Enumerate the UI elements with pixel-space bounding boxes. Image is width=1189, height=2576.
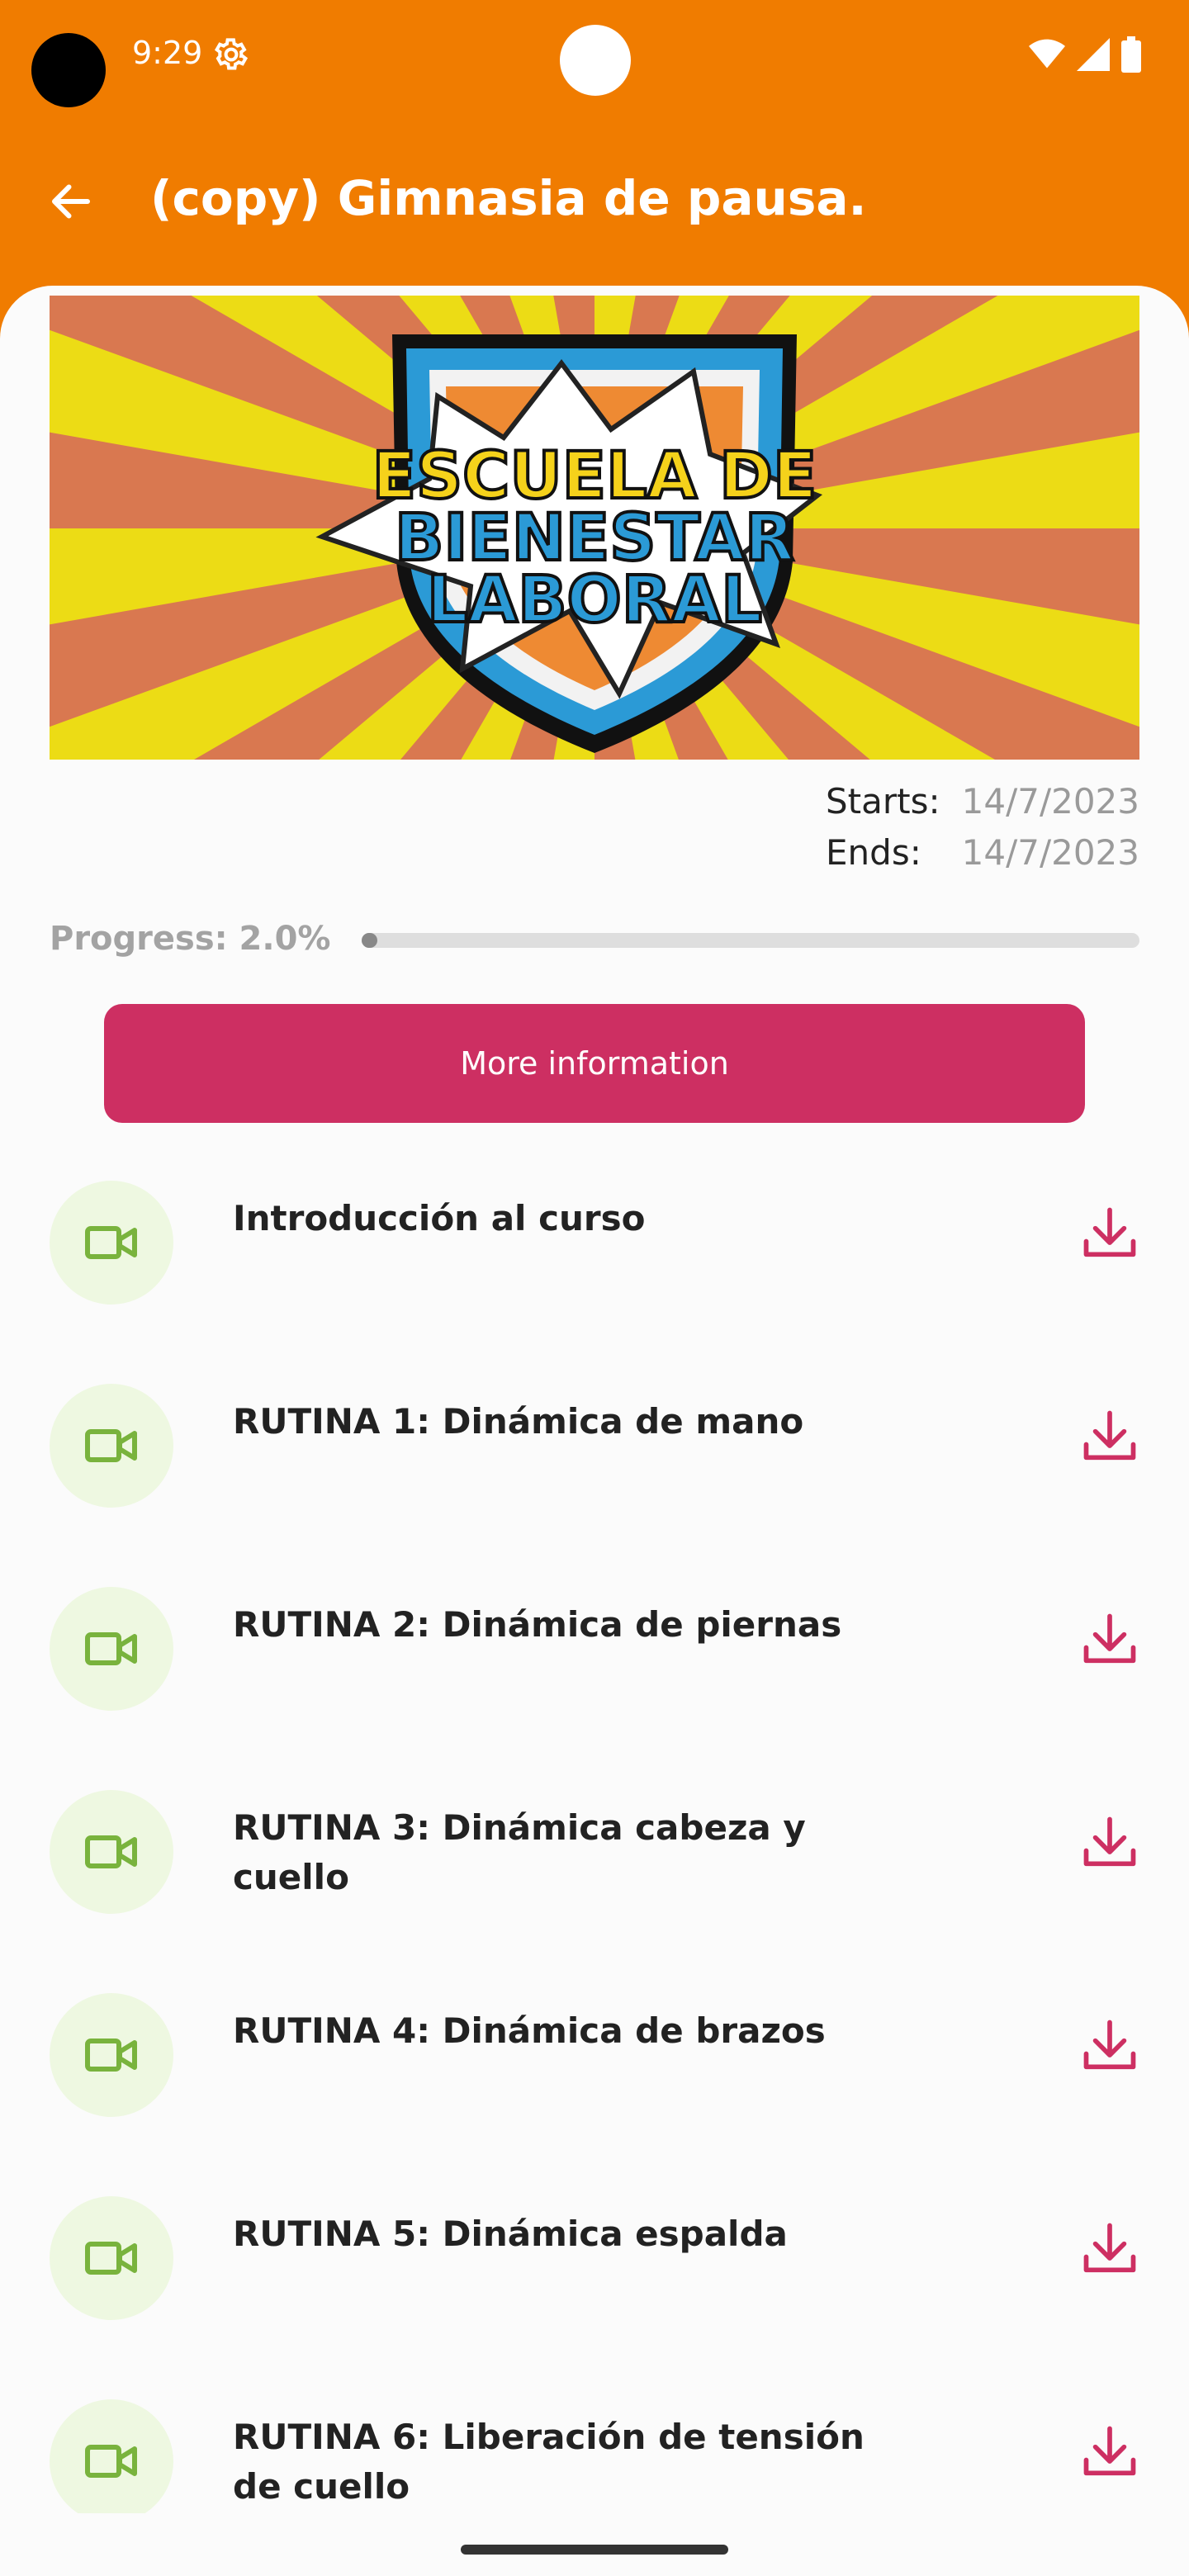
- video-camera-icon: [50, 1587, 173, 1711]
- wifi-icon: [1029, 39, 1065, 69]
- download-icon[interactable]: [1078, 1811, 1141, 1874]
- lesson-title: RUTINA 4: Dinámica de brazos: [233, 2010, 826, 2051]
- progress-bar: [362, 933, 1139, 948]
- download-icon[interactable]: [1078, 2421, 1141, 2484]
- signal-icon: [1077, 38, 1110, 71]
- home-handle[interactable]: [461, 2545, 728, 2555]
- video-camera-icon: [50, 1993, 173, 2117]
- video-camera-icon: [50, 2196, 173, 2320]
- lesson-item[interactable]: RUTINA 5: Dinámica espalda: [0, 2185, 1189, 2350]
- lesson-item[interactable]: Introducción al curso: [0, 1169, 1189, 1334]
- video-camera-icon: [50, 1384, 173, 1508]
- course-dates: Starts: 14/7/2023 Ends: 14/7/2023: [826, 776, 1139, 878]
- ends-value: 14/7/2023: [961, 832, 1139, 873]
- lesson-title: Introducción al curso: [233, 1198, 646, 1238]
- lesson-item[interactable]: RUTINA 4: Dinámica de brazos: [0, 1982, 1189, 2147]
- banner-text-line: LABORAL: [427, 563, 762, 637]
- gesture-nav-bar: [0, 2513, 1189, 2576]
- ends-label: Ends:: [826, 832, 921, 873]
- download-icon[interactable]: [1078, 1405, 1141, 1468]
- lesson-title: RUTINA 1: Dinámica de mano: [233, 1401, 804, 1442]
- lesson-title: RUTINA 2: Dinámica de piernas: [233, 1604, 842, 1645]
- start-date-row: Starts: 14/7/2023: [826, 776, 1139, 827]
- download-icon[interactable]: [1078, 2015, 1141, 2077]
- lesson-title: RUTINA 5: Dinámica espalda: [233, 2214, 788, 2254]
- battery-icon: [1121, 36, 1141, 73]
- arrow-left-icon[interactable]: [46, 177, 96, 226]
- page-title: (copy) Gimnasia de pausa.: [150, 170, 867, 226]
- video-camera-icon: [50, 1181, 173, 1305]
- lesson-item[interactable]: RUTINA 1: Dinámica de mano: [0, 1372, 1189, 1537]
- system-icons: [1029, 36, 1141, 73]
- download-icon[interactable]: [1078, 1608, 1141, 1671]
- lesson-title: RUTINA 6: Liberación de tensión de cuell…: [233, 2417, 865, 2507]
- starts-value: 14/7/2023: [961, 781, 1139, 822]
- lesson-item[interactable]: RUTINA 2: Dinámica de piernas: [0, 1575, 1189, 1740]
- progress-label: Progress: 2.0%: [50, 920, 331, 958]
- video-camera-icon: [50, 1790, 173, 1914]
- front-camera: [560, 25, 631, 96]
- app-bar: (copy) Gimnasia de pausa.: [0, 116, 1189, 289]
- starts-label: Starts:: [826, 781, 940, 822]
- download-icon[interactable]: [1078, 1202, 1141, 1265]
- lesson-title: RUTINA 3: Dinámica cabeza y cuello: [233, 1807, 806, 1897]
- end-date-row: Ends: 14/7/2023: [826, 827, 1139, 878]
- settings-gear-icon: [214, 38, 249, 70]
- course-banner-image: ESCUELA DE BIENESTAR LABORAL: [50, 296, 1139, 760]
- camera-cutout: [31, 33, 106, 107]
- course-detail-sheet: ESCUELA DE BIENESTAR LABORAL Starts: 14/…: [0, 286, 1189, 2576]
- status-bar: 9:29: [0, 0, 1189, 116]
- more-information-button[interactable]: More information: [104, 1004, 1085, 1123]
- download-icon[interactable]: [1078, 2218, 1141, 2280]
- video-camera-icon: [50, 2399, 173, 2523]
- lesson-item[interactable]: RUTINA 3: Dinámica cabeza y cuello: [0, 1778, 1189, 1944]
- status-time: 9:29: [132, 35, 203, 71]
- progress-bar-fill: [362, 933, 377, 948]
